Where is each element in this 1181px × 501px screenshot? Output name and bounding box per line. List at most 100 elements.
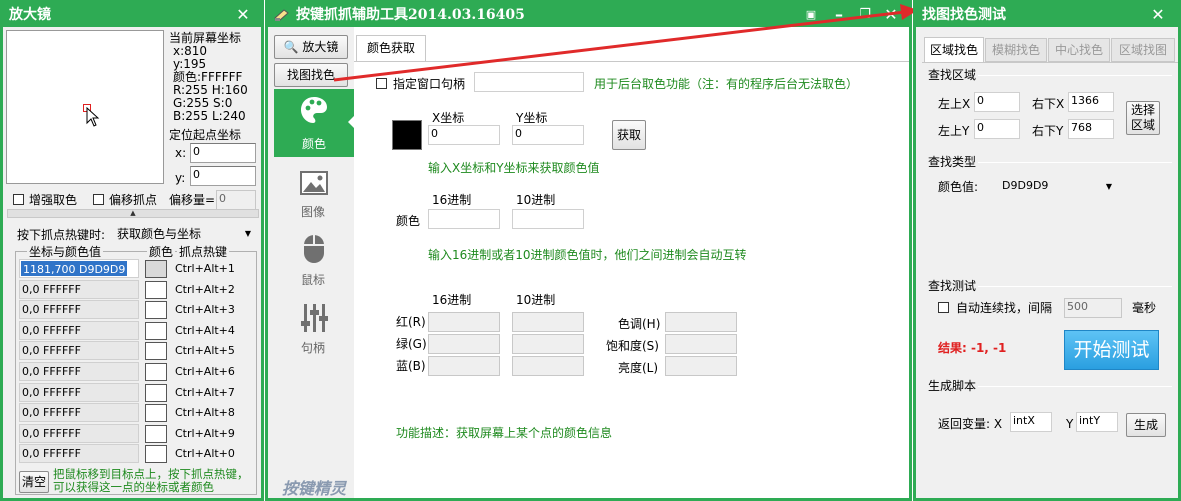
capture-row-value[interactable]: 1181,700 D9D9D9 [19,259,139,278]
capture-row-hotkey: Ctrl+Alt+6 [175,365,235,378]
script-label: 生成脚本 [928,379,977,393]
magnifier-window: 放大镜 ✕ 当前屏幕坐标 x:810 y:195 颜色:FFFFFF R:255… [0,0,264,501]
col-color-header: 颜色 [147,245,176,259]
select-area-button[interactable]: 选择区域 [1126,101,1160,135]
tab-center-color[interactable]: 中心找色 [1048,38,1110,62]
capture-row-hotkey: Ctrl+Alt+9 [175,426,235,440]
magnifier-title: 放大镜 [9,7,51,23]
capture-row-value[interactable]: 0,0 FFFFFF [19,362,139,381]
hotkey-select[interactable]: 获取颜色与坐标 ▼ [113,224,255,244]
ly-input[interactable]: 0 [974,119,1020,139]
tab-strip-line [922,62,1178,63]
red-label: 红(R) [396,315,426,329]
close-icon[interactable]: ✕ [231,3,255,27]
y-coord-input[interactable]: 0 [512,125,584,145]
tab-area-image[interactable]: 区域找图 [1111,38,1175,62]
offset-label: 偏移抓点 [109,193,158,207]
dec-color-input[interactable] [512,209,584,229]
dec-label-2: 10进制 [516,293,556,307]
capture-row-value[interactable]: 0,0 FFFFFF [19,320,139,340]
auto-find-checkbox[interactable] [938,302,949,313]
sidebar-item-color-label: 颜色 [301,137,326,151]
capture-row-hotkey: Ctrl+Alt+8 [175,406,235,420]
close-icon[interactable]: ✕ [1146,3,1170,27]
sidebar-item-color[interactable]: 颜色 [274,89,354,157]
offset-amount-input[interactable]: 0 [216,190,256,210]
origin-y-input[interactable]: 0 [190,166,256,186]
capture-row-hotkey: Ctrl+Alt+7 [175,385,235,399]
capture-hint: 把鼠标移到目标点上，按下抓点热键，可以获得这一点的坐标或者颜色 [53,467,249,494]
sat-field [665,334,737,354]
color-value-select[interactable]: D9D9D9 ▼ [998,176,1116,196]
capture-row-swatch [145,342,167,361]
return-y-input[interactable]: intY [1076,412,1118,432]
generate-button[interactable]: 生成 [1126,413,1166,437]
sidebar-item-image[interactable]: 图像 [274,203,352,220]
convert-hint: 输入16进制或者10进制颜色值时，他们之间进制会自动互转 [428,248,747,262]
cursor-icon [86,107,100,127]
sliders-icon [301,304,328,332]
auto-find-label: 自动连续找，间隔 [956,301,1053,315]
rx-label: 右下X [1032,97,1065,111]
capture-row-value[interactable]: 0,0 FFFFFF [19,444,139,464]
capture-row-value[interactable]: 0,0 FFFFFF [19,341,139,361]
capture-row-swatch [145,301,167,320]
tab-area-color[interactable]: 区域找色 [924,37,984,63]
splitter-bar[interactable]: ▲ [7,209,259,218]
sat-label: 饱和度(S) [606,339,659,353]
hotkey-label: 按下抓点热键时: [17,228,106,242]
script-divider [978,386,1172,387]
capture-row-value[interactable]: 0,0 FFFFFF [19,423,139,443]
x-coord-label: X坐标 [432,111,465,125]
offset-checkbox[interactable] [93,194,104,205]
clear-button[interactable]: 清空 [19,471,49,493]
palette-icon [301,97,327,123]
dec-label: 10进制 [516,193,556,207]
red-arrow [333,4,918,82]
chevron-down-icon: ▼ [1105,182,1112,191]
capture-row-value[interactable]: 0,0 FFFFFF [19,403,139,423]
y-coord-label: Y坐标 [516,111,548,125]
rx-input[interactable]: 1366 [1068,92,1114,112]
bl-readout: B:255 L:240 [173,109,246,123]
capture-row-value[interactable]: 0,0 FFFFFF [19,300,139,320]
origin-x-input[interactable]: 0 [190,143,256,163]
coord-y: y:195 [173,57,207,71]
hex-label-2: 16进制 [432,293,472,307]
sidebar-item-mouse[interactable]: 鼠标 [274,271,352,288]
findtest-titlebar: 找图找色测试 ✕ [916,3,1178,27]
capture-row-value[interactable]: 0,0 FFFFFF [19,279,139,299]
capture-row-swatch [145,321,167,340]
capture-row-value[interactable]: 0,0 FFFFFF [19,382,139,402]
ry-input[interactable]: 768 [1068,119,1114,139]
tab-fuzzy-color[interactable]: 模糊找色 [985,38,1047,62]
lx-input[interactable]: 0 [974,92,1020,112]
green-dec-field [512,334,584,354]
blue-label: 蓝(B) [396,359,426,373]
hex-color-input[interactable] [428,209,500,229]
start-test-button[interactable]: 开始测试 [1064,330,1159,370]
capture-row-hotkey: Ctrl+Alt+3 [175,303,235,317]
capture-row-hotkey: Ctrl+Alt+5 [175,344,235,358]
interval-input[interactable]: 500 [1064,298,1122,318]
capture-row-hotkey: Ctrl+Alt+2 [175,282,235,296]
lum-label: 亮度(L) [618,361,659,375]
green-label: 绿(G) [396,337,427,351]
capture-row-hotkey: Ctrl+Alt+1 [175,262,235,275]
capture-row-swatch [145,424,167,443]
type-label: 查找类型 [928,155,977,169]
x-coord-input[interactable]: 0 [428,125,500,145]
image-icon [300,171,328,195]
capture-row-swatch [145,280,167,299]
coord-x: x:810 [173,44,208,58]
return-x-input[interactable]: intX [1010,412,1052,432]
sidebar-item-handle[interactable]: 句柄 [274,339,352,356]
capture-row-swatch [145,383,167,402]
enhance-checkbox[interactable] [13,194,24,205]
get-button[interactable]: 获取 [612,120,646,150]
test-divider [978,286,1172,287]
origin-x-label: x: [175,146,187,160]
capture-row-swatch [145,445,167,464]
magnifier-view [6,30,164,184]
ry-label: 右下Y [1032,124,1064,138]
